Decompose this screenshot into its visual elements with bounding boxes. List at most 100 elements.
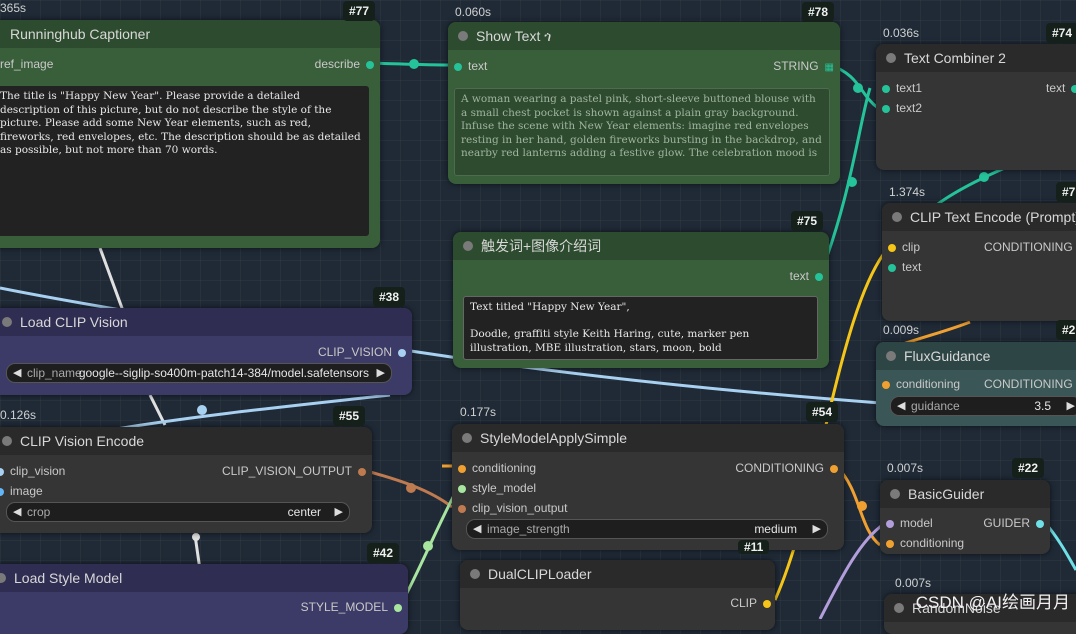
input-text2[interactable]: text2 xyxy=(882,100,922,116)
output-pin[interactable] xyxy=(1036,520,1044,528)
input-pin[interactable] xyxy=(886,540,894,548)
output-pin[interactable] xyxy=(358,468,366,476)
node-clip-text-encode[interactable]: CLIP Text Encode (Prompt) clip text COND… xyxy=(882,203,1076,321)
node-style-model-apply[interactable]: StyleModelApplySimple conditioning style… xyxy=(452,424,844,550)
output-pin[interactable] xyxy=(830,465,838,473)
node-clip-vision-encode[interactable]: CLIP Vision Encode clip_vision image CLI… xyxy=(0,427,372,533)
node-load-style-model[interactable]: Load Style Model STYLE_MODEL xyxy=(0,564,408,634)
arrow-right-icon[interactable]: ▶ xyxy=(335,503,343,521)
collapse-dot-icon[interactable] xyxy=(463,241,473,251)
node-title[interactable]: CLIP Text Encode (Prompt) xyxy=(882,203,1076,231)
output-pin[interactable] xyxy=(815,273,823,281)
output-conditioning[interactable]: CONDITIONING xyxy=(984,376,1073,392)
node-title[interactable]: Load Style Model xyxy=(0,564,408,592)
image-strength-combo[interactable]: ◀ image_strength medium ▶ xyxy=(466,519,828,539)
node-title[interactable]: StyleModelApplySimple xyxy=(452,424,844,452)
collapse-dot-icon[interactable] xyxy=(890,489,900,499)
node-title[interactable]: Load CLIP Vision xyxy=(0,308,412,336)
node-dual-clip-loader[interactable]: DualCLIPLoader CLIP xyxy=(460,560,775,630)
output-pin[interactable] xyxy=(394,604,402,612)
output-text[interactable]: text xyxy=(790,268,823,284)
node-show-text[interactable]: Show Text ጎ text STRING ▦ A woman wearing… xyxy=(448,22,840,184)
output-describe[interactable]: describe xyxy=(315,56,374,72)
input-conditioning[interactable]: conditioning xyxy=(882,376,960,392)
node-title[interactable]: 触发词+图像介绍词 xyxy=(453,232,829,260)
node-title[interactable]: BasicGuider xyxy=(880,480,1050,508)
node-basic-guider[interactable]: BasicGuider model conditioning GUIDER xyxy=(880,480,1050,554)
input-conditioning[interactable]: conditioning xyxy=(886,535,964,551)
node-title[interactable]: DualCLIPLoader xyxy=(460,560,775,588)
node-trigger-words[interactable]: 触发词+图像介绍词 text Text titled "Happy New Ye… xyxy=(453,232,829,368)
trigger-words-textarea[interactable]: Text titled "Happy New Year", Doodle, gr… xyxy=(463,296,818,360)
input-pin[interactable] xyxy=(458,505,466,513)
grid-pin-icon[interactable]: ▦ xyxy=(825,62,834,73)
node-title[interactable]: CLIP Vision Encode xyxy=(0,427,372,455)
output-string[interactable]: STRING ▦ xyxy=(773,58,834,74)
input-pin[interactable] xyxy=(0,488,4,496)
input-clip-vision[interactable]: clip_vision xyxy=(0,463,65,479)
output-clip-vision[interactable]: CLIP_VISION xyxy=(318,344,406,360)
input-ref-image[interactable]: ref_image xyxy=(0,56,53,72)
node-title[interactable]: Runninghub Captioner xyxy=(0,20,380,48)
node-load-clip-vision[interactable]: Load CLIP Vision CLIP_VISION ◀ clip_name… xyxy=(0,308,412,395)
arrow-left-icon[interactable]: ◀ xyxy=(13,364,21,382)
input-pin[interactable] xyxy=(888,244,896,252)
input-pin[interactable] xyxy=(882,85,890,93)
input-conditioning[interactable]: conditioning xyxy=(458,460,536,476)
input-pin[interactable] xyxy=(882,381,890,389)
input-pin[interactable] xyxy=(882,105,890,113)
collapse-dot-icon[interactable] xyxy=(462,433,472,443)
output-text[interactable]: text xyxy=(1046,80,1076,96)
output-pin[interactable] xyxy=(763,600,771,608)
arrow-right-icon[interactable]: ▶ xyxy=(813,520,821,538)
collapse-dot-icon[interactable] xyxy=(886,351,896,361)
input-pin[interactable] xyxy=(0,468,4,476)
input-pin[interactable] xyxy=(888,264,896,272)
input-model[interactable]: model xyxy=(886,515,933,531)
output-conditioning[interactable]: CONDITIONING xyxy=(984,239,1073,255)
output-pin[interactable] xyxy=(366,61,374,69)
node-title[interactable]: FluxGuidance xyxy=(876,342,1076,370)
collapse-dot-icon[interactable] xyxy=(2,317,12,327)
node-title[interactable]: Show Text ጎ xyxy=(448,22,840,50)
input-clip-vision-output[interactable]: clip_vision_output xyxy=(458,500,567,516)
node-text-combiner[interactable]: Text Combiner 2 text1 text2 text xyxy=(876,44,1076,170)
input-style-model[interactable]: style_model xyxy=(458,480,536,496)
input-pin[interactable] xyxy=(886,520,894,528)
collapse-dot-icon[interactable] xyxy=(458,31,468,41)
input-text1[interactable]: text1 xyxy=(882,80,922,96)
arrow-left-icon[interactable]: ◀ xyxy=(473,520,481,538)
output-clip-vision-output[interactable]: CLIP_VISION_OUTPUT xyxy=(222,463,366,479)
clip-name-combo[interactable]: ◀ clip_name google--siglip-so400m-patch1… xyxy=(6,363,392,383)
arrow-right-icon[interactable]: ▶ xyxy=(1067,397,1075,415)
input-pin[interactable] xyxy=(458,465,466,473)
collapse-dot-icon[interactable] xyxy=(892,212,902,222)
node-flux-guidance[interactable]: FluxGuidance conditioning CONDITIONING ◀… xyxy=(876,342,1076,426)
collapse-dot-icon[interactable] xyxy=(0,573,6,583)
collapse-dot-icon[interactable] xyxy=(894,603,904,613)
caption-prompt-textarea[interactable]: The title is "Happy New Year". Please pr… xyxy=(0,86,369,236)
output-guider[interactable]: GUIDER xyxy=(983,515,1044,531)
input-pin[interactable] xyxy=(454,63,462,71)
input-text[interactable]: text xyxy=(454,58,487,74)
node-title[interactable]: Text Combiner 2 xyxy=(876,44,1076,72)
input-image[interactable]: image xyxy=(0,483,43,499)
arrow-left-icon[interactable]: ◀ xyxy=(13,503,21,521)
collapse-dot-icon[interactable] xyxy=(2,436,12,446)
collapse-dot-icon[interactable] xyxy=(470,569,480,579)
input-text[interactable]: text xyxy=(888,259,921,275)
input-pin[interactable] xyxy=(458,485,466,493)
output-pin[interactable] xyxy=(1071,85,1076,93)
crop-combo[interactable]: ◀ crop center ▶ xyxy=(6,502,350,522)
node-runninghub-captioner[interactable]: Runninghub Captioner ref_image describe … xyxy=(0,20,380,248)
node-timing: 0.060s xyxy=(455,5,492,19)
output-clip[interactable]: CLIP xyxy=(730,595,771,611)
arrow-left-icon[interactable]: ◀ xyxy=(897,397,905,415)
output-pin[interactable] xyxy=(398,349,406,357)
guidance-number-widget[interactable]: ◀ guidance 3.5 ▶ xyxy=(890,396,1076,416)
collapse-dot-icon[interactable] xyxy=(886,53,896,63)
input-clip[interactable]: clip xyxy=(888,239,920,255)
output-conditioning[interactable]: CONDITIONING xyxy=(735,460,838,476)
arrow-right-icon[interactable]: ▶ xyxy=(377,364,385,382)
output-style-model[interactable]: STYLE_MODEL xyxy=(301,599,402,615)
